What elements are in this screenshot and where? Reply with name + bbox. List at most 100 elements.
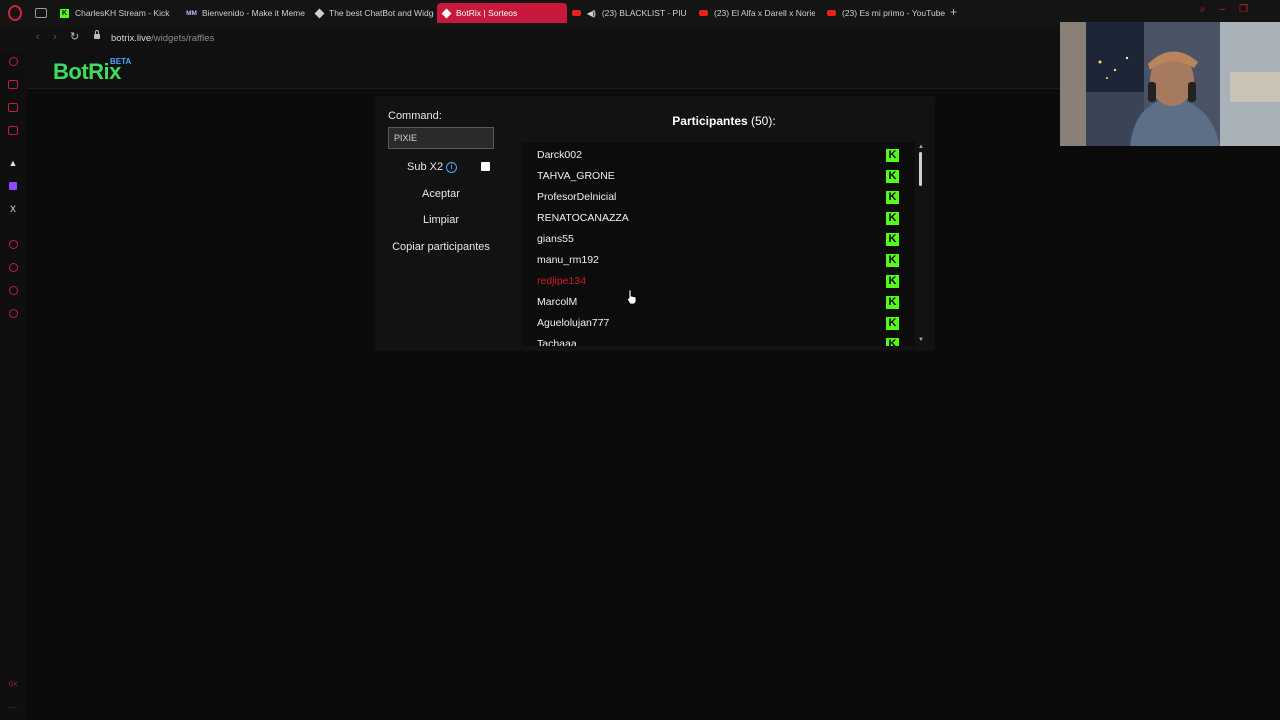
kick-icon: K	[886, 212, 899, 225]
clear-button[interactable]: Limpiar	[388, 214, 494, 226]
search-icon[interactable]: ⌕	[1200, 4, 1206, 15]
youtube-icon	[699, 10, 708, 16]
workspace-icon[interactable]	[8, 79, 18, 89]
participant-row[interactable]: ProfesorDelnicial K	[537, 190, 907, 211]
webcam-image	[1060, 22, 1280, 146]
participant-row[interactable]: TAHVA_GRONE K	[537, 169, 907, 190]
participants-title: Participantes (50):	[660, 114, 788, 128]
participant-name: gians55	[537, 233, 574, 245]
tab-youtube-blacklist[interactable]: ◀) (23) BLACKLIST - PIU	[566, 3, 690, 23]
back-icon[interactable]: ‹	[36, 31, 40, 43]
participant-name: manu_rm192	[537, 254, 599, 266]
kick-icon: K	[886, 149, 899, 162]
participant-row[interactable]: RENATOCANAZZA K	[537, 211, 907, 232]
gx-icon[interactable]: GX	[8, 680, 18, 690]
tab-botrix-home[interactable]: The best ChatBot and Widgets	[310, 3, 434, 23]
command-label: Command:	[388, 110, 442, 122]
participant-name: RENATOCANAZZA	[537, 212, 629, 224]
kick-icon: K	[886, 254, 899, 267]
kick-icon: K	[886, 275, 899, 288]
hand-cursor-icon	[626, 289, 637, 305]
kick-icon: K	[886, 233, 899, 246]
participant-name: MarcolM	[537, 296, 578, 308]
mm-icon: MM	[186, 9, 197, 17]
participant-name: redjipe134	[537, 275, 587, 287]
youtube-icon	[572, 10, 581, 16]
sub-x2-checkbox[interactable]	[481, 162, 490, 171]
minimize-icon[interactable]: –	[1220, 4, 1226, 15]
clock-icon[interactable]	[8, 262, 18, 272]
tab-label: (23) El Alfa x Darell x Noriel	[714, 8, 815, 18]
opera-logo-icon[interactable]	[8, 5, 22, 21]
participant-row[interactable]: manu_rm192 K	[537, 253, 907, 274]
copy-participants-button[interactable]: Copiar participantes	[388, 241, 494, 253]
scroll-thumb[interactable]	[919, 152, 922, 186]
tab-botrix-sorteos[interactable]: BotRix | Sorteos	[437, 3, 567, 23]
tab-make-it-meme[interactable]: MM Bienvenido - Make it Meme	[181, 3, 305, 23]
participant-row[interactable]: Aguelolujan777 K	[537, 316, 907, 337]
arrow-up-icon[interactable]: ▲	[8, 158, 18, 168]
participant-name: Darck002	[537, 149, 582, 161]
twitch-icon[interactable]	[8, 181, 18, 191]
reload-icon[interactable]: ↻	[70, 30, 79, 43]
kick-icon: K	[886, 170, 899, 183]
participant-row[interactable]: Darck002 K	[537, 148, 907, 169]
pinboard-icon[interactable]	[8, 102, 18, 112]
messenger-icon[interactable]	[8, 125, 18, 135]
history-icon[interactable]	[8, 239, 18, 249]
forward-icon[interactable]: ›	[53, 31, 57, 43]
new-tab-icon[interactable]: +	[950, 5, 957, 19]
scroll-up-icon[interactable]: ▲	[918, 144, 924, 150]
maximize-icon[interactable]: ❐	[1239, 4, 1248, 15]
participant-name: Aguelolujan777	[537, 317, 610, 329]
participants-count: (50):	[751, 114, 776, 128]
tab-switcher-icon[interactable]	[35, 8, 47, 18]
participants-title-text: Participantes	[672, 114, 748, 128]
tab-label: CharlesKH Stream - Kick	[75, 8, 170, 18]
kick-icon: K	[60, 8, 69, 18]
kick-icon: K	[886, 317, 899, 330]
x-icon[interactable]: X	[8, 204, 18, 214]
kick-icon: K	[886, 191, 899, 204]
more-icon[interactable]: ···	[8, 702, 18, 712]
sub-x2-label: Sub X2	[407, 161, 444, 173]
beta-badge: BETA	[110, 57, 132, 66]
participant-row[interactable]: Tachaaa K	[537, 337, 907, 346]
tab-label: Bienvenido - Make it Meme	[202, 8, 305, 18]
webcam-overlay	[1060, 22, 1280, 146]
window-controls: ⌕ – ❐	[1200, 4, 1248, 15]
speaker-icon: ◀)	[587, 8, 596, 18]
tab-label: The best ChatBot and Widgets	[329, 8, 434, 18]
browser-sidebar: ▲ X GX ···	[0, 52, 27, 720]
command-input[interactable]	[388, 127, 494, 149]
participant-list[interactable]: Darck002 K TAHVA_GRONE K ProfesorDelnicial K R…	[522, 142, 915, 346]
lock-icon	[94, 30, 100, 39]
tab-kick-stream[interactable]: K CharlesKH Stream - Kick	[54, 3, 178, 23]
participant-name: TAHVA_GRONE	[537, 170, 615, 182]
youtube-icon	[827, 10, 836, 16]
url-path: /widgets/raffles	[151, 33, 215, 44]
participant-name: Tachaaa	[537, 338, 577, 346]
scroll-down-icon[interactable]: ▼	[918, 337, 924, 343]
participant-row[interactable]: redjipe134 K	[537, 274, 907, 295]
participant-name: ProfesorDelnicial	[537, 191, 617, 203]
participant-row[interactable]: MarcolM K	[537, 295, 907, 316]
aria-icon[interactable]	[8, 56, 18, 66]
tab-label: BotRix | Sorteos	[456, 8, 518, 18]
participant-scrollbar[interactable]: ▲ ▼	[915, 142, 925, 346]
accept-button[interactable]: Aceptar	[388, 188, 494, 200]
tab-youtube-primo[interactable]: (23) Es mi primo - YouTube	[821, 3, 947, 23]
kick-icon: K	[886, 296, 899, 309]
participant-row[interactable]: gians55 K	[537, 232, 907, 253]
url-host: botrix.live	[111, 33, 152, 44]
info-icon[interactable]: i	[446, 162, 457, 173]
tab-label: (23) BLACKLIST - PIU	[601, 8, 687, 18]
tab-label: (23) Es mi primo - YouTube	[842, 8, 946, 18]
url-field[interactable]: botrix.live/widgets/raffles	[111, 33, 214, 44]
settings-icon[interactable]	[8, 308, 18, 318]
botrix-icon	[314, 8, 325, 18]
tab-youtube-el-alfa[interactable]: (23) El Alfa x Darell x Noriel	[693, 3, 815, 23]
kick-icon: K	[886, 338, 899, 346]
botrix-icon	[441, 8, 452, 18]
extensions-icon[interactable]	[8, 285, 18, 295]
